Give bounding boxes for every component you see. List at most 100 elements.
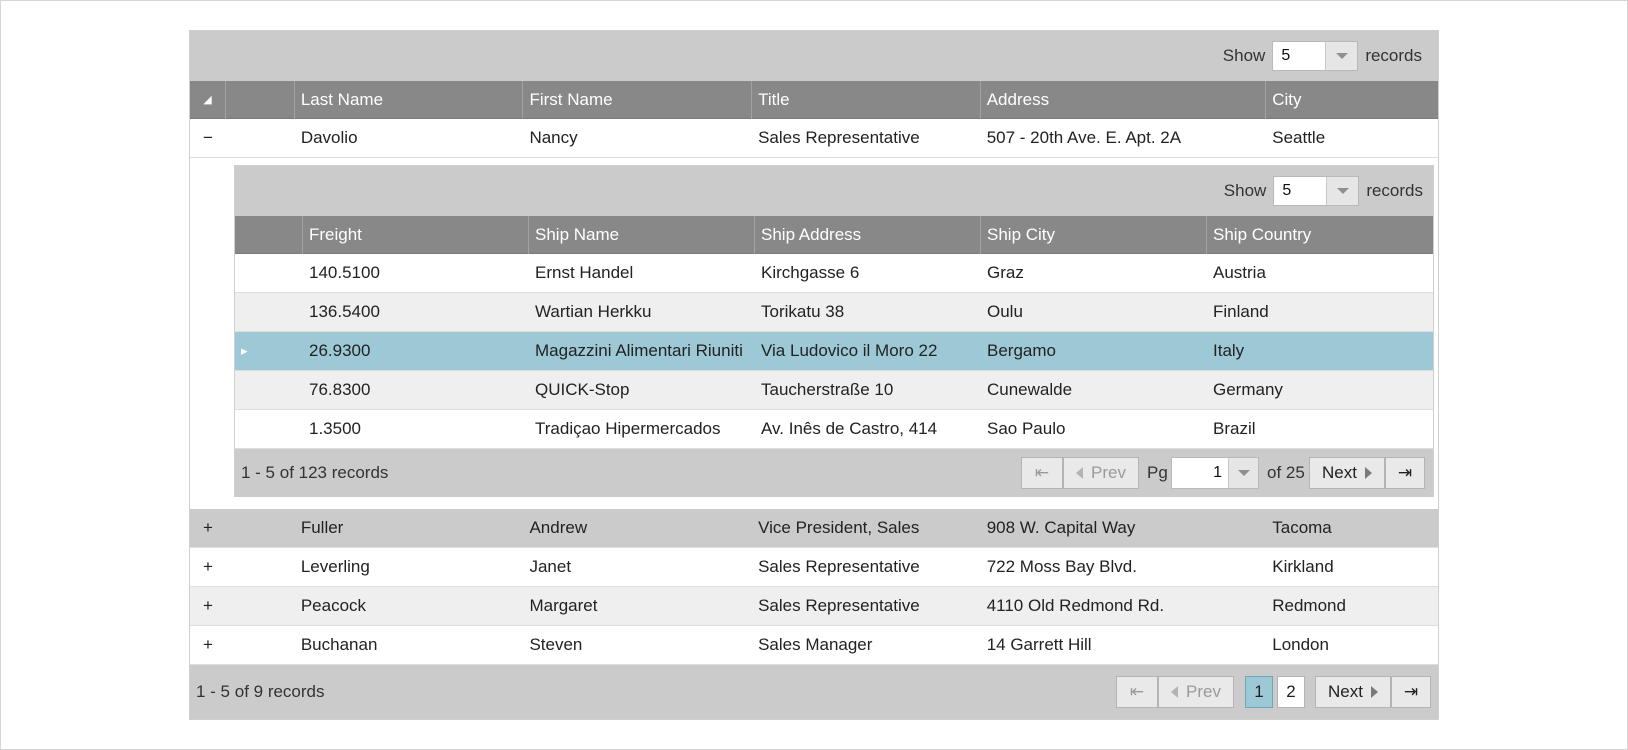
cell-freight: 76.8300 — [309, 380, 371, 399]
cell-freight: 1.3500 — [309, 419, 361, 438]
cell-ship-name: Wartian Herkku — [535, 302, 652, 321]
cell-freight: 140.5100 — [309, 263, 380, 282]
first-page-button[interactable]: ⇤ — [1021, 457, 1063, 489]
column-header-ship-country[interactable]: Ship Country — [1207, 216, 1433, 254]
cell-ship-name: QUICK-Stop — [535, 380, 630, 399]
cell-ship-country: Finland — [1213, 302, 1269, 321]
column-header-ship-name[interactable]: Ship Name — [529, 216, 755, 254]
first-page-button[interactable]: ⇤ — [1116, 676, 1158, 708]
next-page-button[interactable]: Next — [1315, 676, 1391, 708]
table-row[interactable]: + Leverling Janet Sales Representative 7… — [190, 548, 1438, 587]
dropdown-arrow-icon[interactable] — [1228, 458, 1258, 488]
page-button-1[interactable]: 1 — [1245, 676, 1273, 708]
row-spacer — [226, 119, 295, 157]
last-page-button[interactable]: ⇥ — [1385, 457, 1425, 489]
table-row[interactable]: − Davolio Nancy Sales Representative 507… — [190, 119, 1438, 158]
table-row[interactable]: + Fuller Andrew Vice President, Sales 90… — [190, 509, 1438, 548]
cell-title: Vice President, Sales — [758, 518, 920, 537]
next-page-button[interactable]: Next — [1309, 457, 1385, 489]
table-row[interactable]: 76.8300 QUICK-Stop Taucherstraße 10 Cune… — [235, 371, 1433, 410]
cell-address: 507 - 20th Ave. E. Apt. 2A — [986, 128, 1182, 147]
show-label: Show — [1222, 46, 1266, 65]
dropdown-arrow-icon[interactable] — [1325, 42, 1358, 70]
table-row[interactable]: + Buchanan Steven Sales Manager 14 Garre… — [190, 626, 1438, 665]
cell-title: Sales Manager — [758, 635, 873, 654]
column-header-last-name[interactable]: Last Name — [295, 81, 524, 119]
table-row[interactable]: + Peacock Margaret Sales Representative … — [190, 587, 1438, 626]
cell-ship-address: Taucherstraße 10 — [761, 380, 894, 399]
cell-title: Sales Representative — [758, 128, 920, 147]
cell-ship-country: Austria — [1213, 263, 1266, 282]
row-spacer — [226, 587, 295, 625]
cell-first-name: Janet — [529, 557, 572, 576]
cell-last-name: Leverling — [300, 557, 370, 576]
expand-icon[interactable]: + — [190, 626, 226, 664]
column-header-address[interactable]: Address — [981, 81, 1267, 119]
master-header-row: ◢ Last Name First Name Title Address Cit… — [190, 81, 1438, 119]
row-indicator — [235, 410, 303, 448]
cell-last-name: Fuller — [300, 518, 344, 537]
master-page-size: Show 5 records — [1223, 41, 1422, 71]
row-indicator — [235, 371, 303, 409]
next-arrow-icon — [1364, 467, 1372, 479]
column-header-city[interactable]: City — [1266, 81, 1438, 119]
page-button-2[interactable]: 2 — [1277, 676, 1305, 708]
column-header-freight[interactable]: Freight — [303, 216, 529, 254]
page-number-value: 1 — [1213, 464, 1222, 481]
cell-last-name: Buchanan — [300, 635, 378, 654]
detail-toolbar: Show 5 records — [235, 166, 1433, 216]
collapse-all-icon[interactable]: ◢ — [190, 81, 226, 119]
cell-ship-address: Via Ludovico il Moro 22 — [761, 341, 938, 360]
cell-city: Tacoma — [1272, 518, 1332, 537]
record-count: 1 - 5 of 123 records — [241, 463, 389, 482]
cell-ship-city: Sao Paulo — [987, 419, 1066, 438]
page-size-select[interactable]: 5 — [1272, 41, 1359, 71]
show-label: Show — [1223, 181, 1267, 200]
collapse-icon[interactable]: − — [190, 119, 226, 157]
last-page-icon: ⇥ — [1403, 682, 1419, 701]
expand-icon[interactable]: + — [190, 587, 226, 625]
records-label: records — [1365, 46, 1422, 65]
page-size-select[interactable]: 5 — [1273, 176, 1360, 206]
expand-icon[interactable]: + — [190, 548, 226, 586]
cell-ship-address: Kirchgasse 6 — [761, 263, 860, 282]
prev-arrow-icon — [1171, 686, 1179, 698]
table-row[interactable]: 140.5100 Ernst Handel Kirchgasse 6 Graz … — [235, 254, 1433, 293]
cell-address: 908 W. Capital Way — [986, 518, 1136, 537]
column-header-ship-address[interactable]: Ship Address — [755, 216, 981, 254]
cell-last-name: Davolio — [300, 128, 358, 147]
table-row-selected[interactable]: ▸ 26.9300 Magazzini Alimentari Riuniti V… — [235, 332, 1433, 371]
detail-pager: 1 - 5 of 123 records ⇤ Prev Pg 1 of 25 N… — [235, 449, 1433, 497]
last-page-button[interactable]: ⇥ — [1391, 676, 1431, 708]
detail-grid: Show 5 records Freight Ship Name Ship Ad… — [234, 165, 1434, 497]
page-total-label: of 25 — [1267, 463, 1305, 482]
cell-ship-country: Italy — [1213, 341, 1245, 360]
expand-icon[interactable]: + — [190, 509, 226, 547]
column-header-title[interactable]: Title — [752, 81, 981, 119]
prev-page-button[interactable]: Prev — [1158, 676, 1234, 708]
cell-address: 14 Garrett Hill — [986, 635, 1092, 654]
next-label: Next — [1322, 463, 1357, 482]
cell-first-name: Andrew — [529, 518, 588, 537]
cell-city: London — [1272, 635, 1329, 654]
next-label: Next — [1328, 682, 1363, 701]
cell-ship-country: Brazil — [1213, 419, 1256, 438]
record-count: 1 - 5 of 9 records — [196, 682, 325, 701]
master-grid: Show 5 records ◢ Last Name First Name Ti… — [189, 30, 1439, 720]
column-header-first-name[interactable]: First Name — [523, 81, 753, 119]
prev-page-button[interactable]: Prev — [1063, 457, 1139, 489]
cell-first-name: Steven — [529, 635, 583, 654]
table-row[interactable]: 136.5400 Wartian Herkku Torikatu 38 Oulu… — [235, 293, 1433, 332]
master-toolbar: Show 5 records — [190, 31, 1438, 81]
column-header-ship-city[interactable]: Ship City — [981, 216, 1207, 254]
cell-address: 722 Moss Bay Blvd. — [986, 557, 1137, 576]
dropdown-arrow-icon[interactable] — [1326, 177, 1359, 205]
cell-address: 4110 Old Redmond Rd. — [986, 596, 1165, 615]
row-indicator — [235, 254, 303, 292]
table-row[interactable]: 1.3500 Tradiçao Hipermercados Av. Inês d… — [235, 410, 1433, 449]
row-spacer — [226, 548, 295, 586]
page-number-select[interactable]: 1 — [1171, 457, 1259, 489]
first-page-icon: ⇤ — [1129, 682, 1145, 701]
cell-title: Sales Representative — [758, 557, 920, 576]
cell-last-name: Peacock — [300, 596, 367, 615]
